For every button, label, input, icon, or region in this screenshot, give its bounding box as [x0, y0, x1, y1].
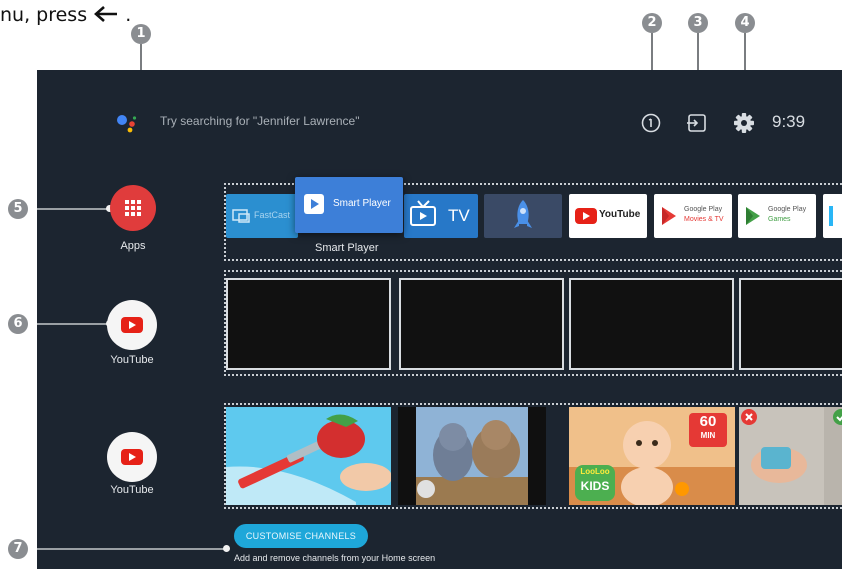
tv-home-screen: Try searching for "Jennifer Lawrence" 9:…	[37, 70, 842, 569]
customise-channels-subtitle: Add and remove channels from your Home s…	[234, 553, 436, 563]
channel-tile[interactable]	[739, 278, 842, 370]
app-tile-rocket[interactable]	[484, 194, 562, 238]
app-tile-google-play-games-label: Google Play	[768, 206, 807, 213]
callout-6: 6	[8, 314, 28, 334]
focused-app-label: Smart Player	[315, 242, 379, 254]
youtube-label-1: YouTube	[110, 354, 154, 366]
callout-2: 2	[642, 13, 662, 33]
duration-badge: 60 MIN	[689, 413, 727, 447]
video-thumbnail-looloo-kids[interactable]: 60 MIN LooLoo KIDS	[569, 407, 735, 505]
app-tile-fastcast[interactable]: FastCast	[226, 194, 298, 238]
grid-icon	[125, 200, 141, 216]
gear-icon[interactable]	[733, 110, 755, 136]
left-arrow-icon	[94, 6, 118, 22]
youtube-channel-row-2: 60 MIN LooLoo KIDS	[224, 403, 842, 509]
app-tile-youtube[interactable]: YouTube	[569, 194, 647, 238]
app-tile-smart-player[interactable]: Smart Player	[295, 177, 403, 233]
smart-player-icon	[304, 194, 324, 214]
app-tile-tv-label: TV	[448, 206, 470, 225]
app-tile-tv[interactable]: TV	[404, 194, 478, 238]
callout-7-dot	[223, 545, 230, 552]
app-tile-google-play-movies[interactable]: Google Play Movies & TV	[654, 194, 732, 238]
youtube-label-2: YouTube	[110, 484, 154, 496]
youtube-play-icon	[575, 208, 597, 224]
input-source-icon[interactable]	[685, 110, 709, 136]
youtube-channel-button-2[interactable]	[107, 432, 157, 482]
strawberry-injection-image	[226, 407, 391, 505]
callout-7: 7	[8, 539, 28, 559]
callout-5-line	[37, 208, 109, 210]
youtube-play-icon	[121, 317, 143, 333]
hand-soap-image	[739, 407, 842, 505]
customise-channels-button[interactable]: CUSTOMISE CHANNELS	[234, 524, 368, 548]
info-circle-icon[interactable]	[640, 110, 662, 136]
clock: 9:39	[772, 112, 806, 131]
google-assistant-icon[interactable]	[116, 113, 138, 135]
looloo-logo-text: LooLoo	[580, 467, 610, 476]
youtube-channel-button-1[interactable]	[107, 300, 157, 350]
callout-4: 4	[735, 13, 755, 33]
app-tile-smart-player-label: Smart Player	[333, 198, 391, 209]
kids-logo-text: KIDS	[580, 479, 610, 493]
manual-caption: nu, press .	[0, 0, 131, 30]
channel-tile[interactable]	[226, 278, 391, 370]
video-thumbnail-tom-and-jerry[interactable]	[398, 407, 546, 505]
app-tile-fastcast-label: FastCast	[254, 210, 291, 220]
video-thumbnail-strawberry[interactable]	[226, 407, 391, 505]
apps-button[interactable]	[110, 185, 156, 231]
app-tile-google-play-movies-sub: Movies & TV	[684, 216, 724, 223]
search-placeholder[interactable]: Try searching for "Jennifer Lawrence"	[160, 114, 360, 128]
app-tile-google-play-games-sub: Games	[768, 216, 791, 223]
youtube-channel-row-1	[224, 270, 842, 376]
duration-badge-number: 60	[699, 413, 717, 430]
app-tile-google-play-movies-label: Google Play	[684, 206, 723, 213]
google-play-games-icon	[746, 207, 760, 225]
callout-3: 3	[688, 13, 708, 33]
looloo-kids-logo: LooLoo KIDS	[575, 465, 615, 501]
callout-7-line	[37, 548, 227, 550]
video-thumbnail-hand[interactable]	[739, 407, 842, 505]
channel-tile[interactable]	[569, 278, 734, 370]
callout-1: 1	[131, 24, 151, 44]
app-tile-youtube-label: YouTube	[599, 209, 641, 220]
app-tile-partial-mark	[829, 206, 833, 226]
duration-badge-unit: MIN	[700, 431, 716, 440]
rocket-icon	[514, 200, 532, 228]
youtube-play-icon	[121, 449, 143, 465]
manual-caption-text: nu, press	[0, 4, 88, 26]
channel-tile[interactable]	[399, 278, 564, 370]
callout-5: 5	[8, 199, 28, 219]
cartoon-cat-dog-image	[398, 407, 546, 505]
app-tile-google-play-games[interactable]: Google Play Games	[738, 194, 816, 238]
cast-screen-icon	[232, 209, 250, 223]
tv-icon	[410, 200, 436, 226]
app-tile-partial[interactable]	[823, 194, 842, 238]
google-play-movies-icon	[662, 207, 676, 225]
apps-label: Apps	[120, 240, 146, 252]
manual-caption-period: .	[125, 4, 132, 26]
callout-6-line	[37, 323, 109, 325]
